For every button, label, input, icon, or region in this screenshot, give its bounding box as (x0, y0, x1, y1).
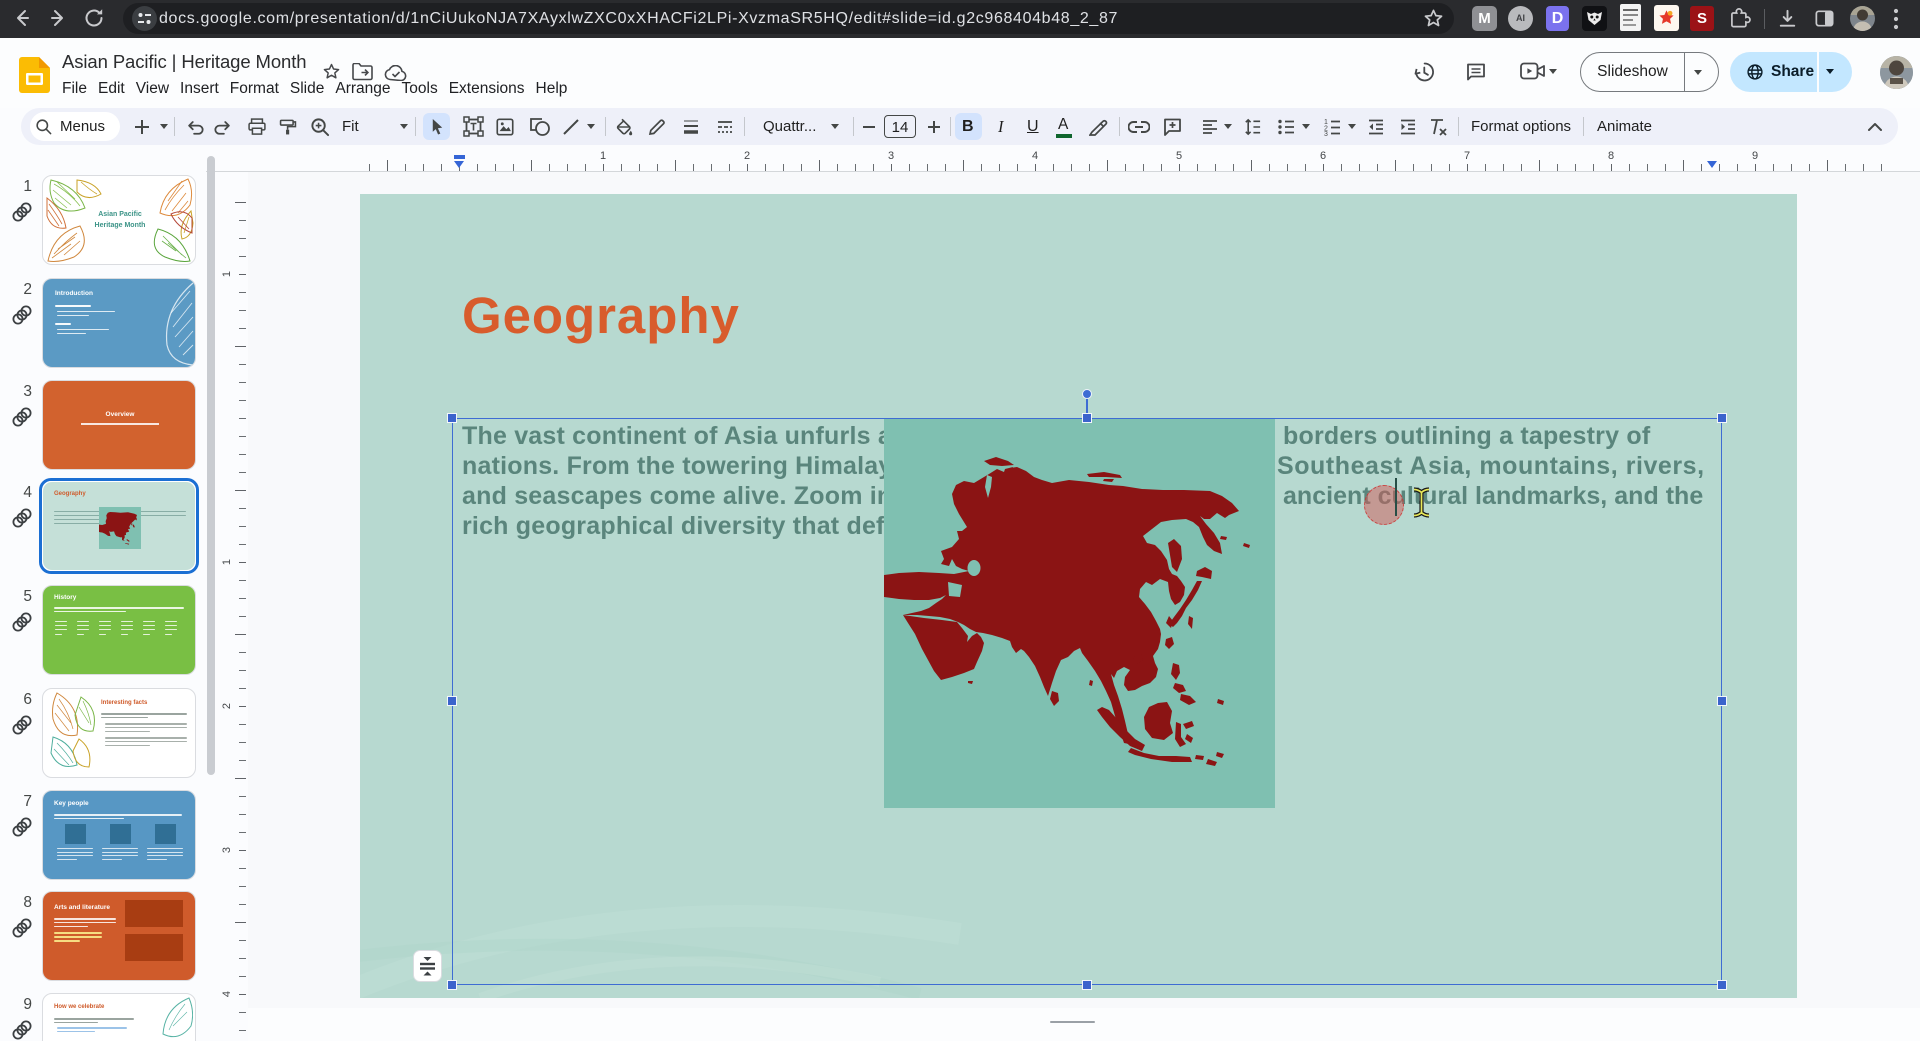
svg-text:3: 3 (1324, 131, 1328, 136)
